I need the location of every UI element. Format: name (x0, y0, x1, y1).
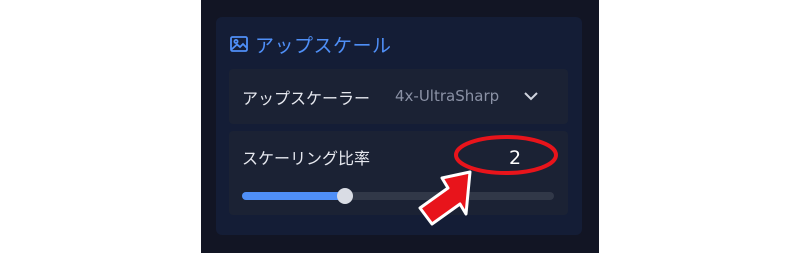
upscaler-row: アップスケーラー 4x-UltraSharp (229, 69, 568, 124)
scale-slider[interactable] (242, 188, 554, 204)
chevron-down-icon (524, 92, 538, 101)
slider-thumb[interactable] (337, 188, 353, 204)
image-icon (229, 34, 249, 54)
slider-fill (242, 192, 345, 200)
panel-title: アップスケール (255, 34, 392, 57)
panel-header: アップスケール (229, 31, 392, 57)
scale-row: スケーリング比率 2 (229, 131, 568, 215)
scale-label: スケーリング比率 (242, 149, 371, 168)
upscale-panel: アップスケール アップスケーラー 4x-UltraSharp スケーリング比率 … (216, 17, 582, 235)
scale-value-input[interactable]: 2 (485, 146, 545, 170)
app-window: アップスケール アップスケーラー 4x-UltraSharp スケーリング比率 … (201, 0, 599, 253)
upscaler-select[interactable]: 4x-UltraSharp (395, 81, 555, 111)
upscaler-selected-value: 4x-UltraSharp (395, 87, 500, 105)
upscaler-label: アップスケーラー (242, 88, 371, 108)
